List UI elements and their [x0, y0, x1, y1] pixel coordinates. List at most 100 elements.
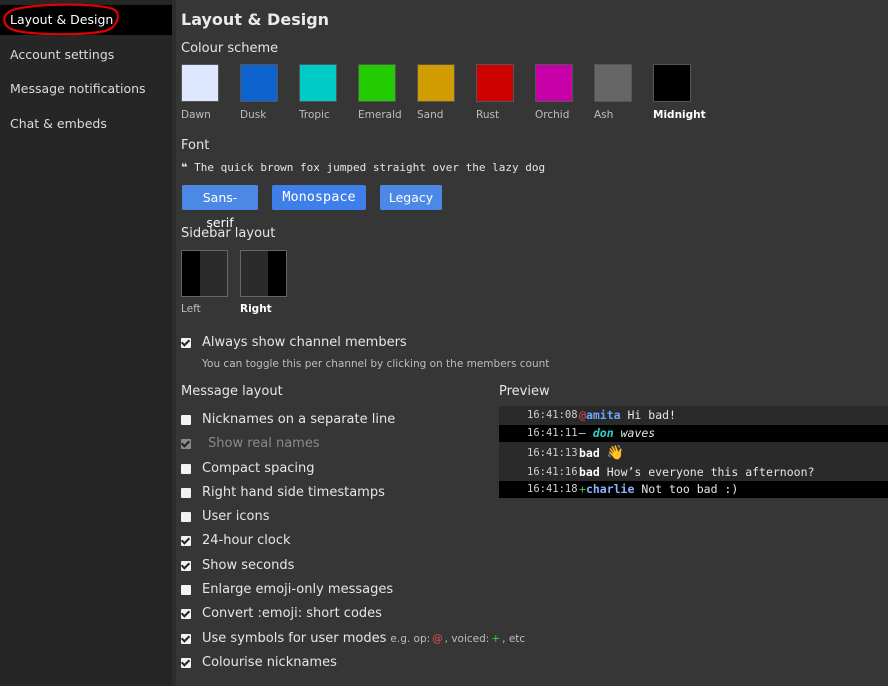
option-text: Show seconds: [202, 558, 295, 573]
colour-swatch-label: Dusk: [240, 109, 267, 121]
members-hint: You can toggle this per channel by click…: [202, 358, 550, 370]
font-sample: ❝ The quick brown fox jumped straight ov…: [181, 161, 545, 174]
font-monospace-button[interactable]: Monospace: [272, 185, 366, 210]
option-text: Right hand side timestamps: [202, 485, 385, 500]
check-icon: [180, 438, 191, 448]
user-icons-checkbox[interactable]: [181, 512, 191, 522]
show-seconds-checkbox[interactable]: [180, 560, 191, 571]
colour-swatch-dawn[interactable]: [181, 64, 219, 102]
quote-icon: ❝: [181, 161, 188, 174]
sidebar-preview-bar: [182, 251, 200, 296]
colour-swatch-orchid[interactable]: [535, 64, 573, 102]
sidebar-item-message-notifications[interactable]: Message notifications: [0, 74, 172, 104]
always-show-members-checkbox[interactable]: [180, 337, 191, 348]
message-preview: 16:41:08 @amita Hi bad! 16:41:11 – don w…: [499, 406, 888, 498]
hint-voiced-text: , voiced:: [444, 633, 490, 645]
colour-scheme-heading: Colour scheme: [181, 41, 279, 56]
font-sans-serif-button[interactable]: Sans-serif: [182, 185, 258, 230]
hint-prefix: e.g. op:: [390, 633, 431, 645]
message-text: How’s everyone this afternoon?: [606, 465, 815, 479]
nickname[interactable]: bad: [579, 446, 600, 460]
sidebar-preview-bar: [268, 251, 286, 296]
option-text: Compact spacing: [202, 461, 315, 476]
nickname[interactable]: charlie: [586, 482, 634, 496]
hint-suffix: , etc: [502, 633, 526, 645]
colour-swatch-dusk[interactable]: [240, 64, 278, 102]
message-layout-heading: Message layout: [181, 384, 283, 399]
colour-swatch-tropic[interactable]: [299, 64, 337, 102]
colour-swatch-rust[interactable]: [476, 64, 514, 102]
op-symbol: @: [579, 408, 586, 422]
24-hour-clock-label: 24-hour clock: [202, 533, 291, 548]
check-icon: [180, 608, 191, 618]
waving-hand-emoji: 👋: [606, 445, 625, 461]
hint-voiced-symbol: +: [491, 633, 501, 645]
sidebar-layout-right-option[interactable]: [240, 250, 287, 297]
preview-row: 16:41:11 – don waves: [499, 425, 888, 442]
colour-swatch-emerald[interactable]: [358, 64, 396, 102]
nickname[interactable]: bad: [579, 465, 600, 479]
message-content: – don waves: [579, 425, 655, 442]
check-icon: [180, 337, 191, 347]
timestamp: 16:41:11: [527, 427, 578, 439]
compact-spacing-checkbox[interactable]: [181, 464, 191, 474]
settings-sidebar: Layout & Design Account settings Message…: [0, 0, 172, 686]
preview-row: 16:41:16 bad How’s everyone this afterno…: [499, 464, 888, 481]
option-text: Nicknames on a separate line: [202, 412, 396, 427]
enlarge-emoji-only-messages-label: Enlarge emoji-only messages: [202, 582, 393, 597]
option-text: Convert :emoji: short codes: [202, 606, 382, 621]
check-icon: [180, 535, 191, 545]
message-text: Not too bad :): [641, 482, 739, 496]
preview-row: 16:41:18 +charlie Not too bad :): [499, 481, 888, 498]
convert-emoji-short-codes-label: Convert :emoji: short codes: [202, 606, 382, 621]
check-icon: [180, 560, 191, 570]
show-real-names-checkbox[interactable]: [180, 438, 191, 449]
right-hand-side-timestamps-checkbox[interactable]: [181, 488, 191, 498]
show-seconds-label: Show seconds: [202, 558, 294, 573]
colour-swatch-label: Sand: [417, 109, 444, 121]
24-hour-clock-checkbox[interactable]: [180, 535, 191, 546]
font-legacy-button[interactable]: Legacy: [380, 185, 442, 210]
colour-swatch-ash[interactable]: [594, 64, 632, 102]
timestamp: 16:41:08: [527, 409, 578, 421]
enlarge-emoji-only-messages-checkbox[interactable]: [181, 585, 191, 595]
preview-row: 16:41:13 bad 👋: [499, 444, 888, 463]
nicknames-on-a-separate-line-checkbox[interactable]: [181, 415, 191, 425]
nicknames-on-a-separate-line-label: Nicknames on a separate line: [202, 412, 395, 427]
font-heading: Font: [181, 138, 210, 153]
use-symbols-for-user-modes-checkbox[interactable]: [180, 633, 191, 644]
message-content: bad 👋: [579, 444, 624, 463]
message-content: bad How’s everyone this afternoon?: [579, 464, 814, 481]
colourise-nicknames-checkbox[interactable]: [180, 657, 191, 668]
hint-op-symbol: @: [432, 633, 443, 645]
sidebar-layout-left-option[interactable]: [181, 250, 228, 297]
action-symbol: –: [579, 426, 586, 440]
nickname[interactable]: don: [593, 426, 614, 440]
nickname[interactable]: amita: [586, 408, 621, 422]
right-hand-side-timestamps-label: Right hand side timestamps: [202, 485, 385, 500]
check-icon: [180, 657, 191, 667]
sidebar-item-layout-design[interactable]: Layout & Design: [0, 5, 172, 35]
sidebar-item-chat-embeds[interactable]: Chat & embeds: [0, 109, 172, 139]
sidebar-layout-left-label: Left: [181, 303, 201, 315]
option-text: Colourise nicknames: [202, 655, 337, 670]
sidebar-item-account-settings[interactable]: Account settings: [0, 40, 172, 70]
show-real-names-label: Show real names: [208, 436, 320, 451]
option-text: Enlarge emoji-only messages: [202, 582, 394, 597]
user-modes-hint: e.g. op: @, voiced: +, etc: [390, 633, 525, 645]
convert-emoji-short-codes-checkbox[interactable]: [180, 608, 191, 619]
font-sample-text: The quick brown fox jumped straight over…: [194, 161, 546, 174]
option-text: User icons: [202, 509, 270, 524]
message-content: @amita Hi bad!: [579, 407, 676, 424]
message-text: Hi bad!: [627, 408, 676, 422]
option-text: Show real names: [208, 436, 320, 451]
colourise-nicknames-label: Colourise nicknames: [202, 655, 337, 670]
settings-panel: Layout & Design Colour scheme Dawn Dusk Tr…: [176, 0, 888, 686]
colour-swatch-sand[interactable]: [417, 64, 455, 102]
option-text: Use symbols for user modes: [202, 631, 387, 646]
user-icons-label: User icons: [202, 509, 270, 524]
colour-swatch-label: Orchid: [535, 109, 570, 121]
preview-heading: Preview: [499, 384, 550, 399]
colour-swatch-midnight[interactable]: [653, 64, 691, 102]
message-content: +charlie Not too bad :): [579, 481, 738, 498]
